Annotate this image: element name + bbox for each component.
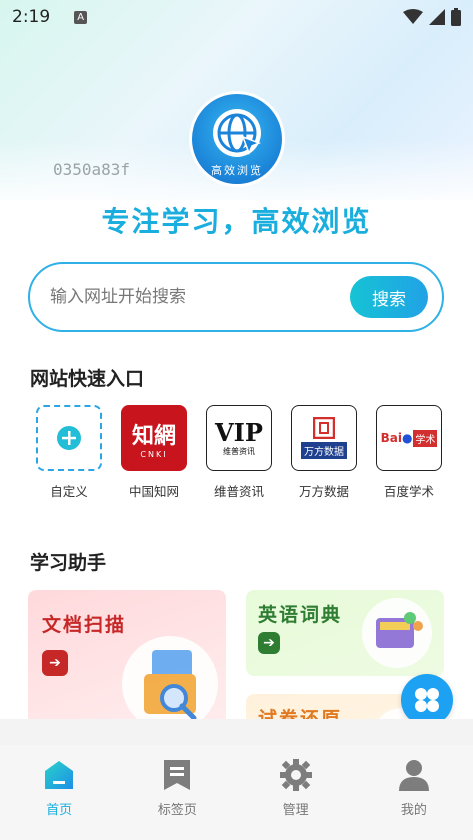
tab-label: 我的 — [400, 803, 427, 818]
status-icons — [403, 8, 461, 26]
battery-icon — [451, 8, 461, 26]
quick-entry-wanfang[interactable]: 万方数据 万方数据 — [289, 405, 359, 500]
card-title: 试卷还原 — [258, 708, 343, 720]
wanfang-logo-text: 万方数据 — [301, 442, 347, 459]
content-bottom-strip — [0, 719, 473, 745]
quick-entry-label: 自定义 — [50, 484, 88, 499]
arrow-right-icon: ➔ — [258, 632, 280, 654]
quick-entry-custom[interactable]: 自定义 — [34, 405, 104, 500]
quick-entries-title: 网站快速入口 — [30, 368, 145, 390]
bottom-tab-bar: 首页 标签页 管理 我的 — [0, 745, 473, 840]
cnki-logo-text: 知網 — [131, 422, 176, 449]
vip-logo: VIP 维普资讯 — [206, 405, 272, 471]
quick-entry-custom-icon — [36, 405, 102, 471]
quick-entry-baidu-xueshu[interactable]: Bai ● 学术 百度学术 — [374, 405, 444, 500]
gear-icon — [279, 759, 312, 791]
signal-icon — [429, 9, 445, 25]
baidu-logo-subtext: 学术 — [413, 429, 438, 447]
quick-entry-label: 维普资讯 — [213, 484, 264, 499]
slogan: 专注学习，高效浏览 — [101, 205, 372, 238]
quick-entry-label: 中国知网 — [128, 484, 179, 499]
app-logo: 高效浏览 — [189, 91, 285, 187]
vip-logo-subtext: 维普资讯 — [223, 446, 255, 456]
arrow-right-icon: ➔ — [42, 650, 68, 676]
vip-logo-text: VIP — [215, 417, 263, 447]
quick-entry-label: 百度学术 — [383, 484, 434, 499]
baidu-logo-text: Bai — [380, 431, 402, 445]
search-button[interactable]: 搜索 — [350, 276, 428, 318]
notification-badge: A — [74, 10, 88, 24]
status-bar: 2:19 A — [0, 0, 473, 34]
quick-entry-vip[interactable]: VIP 维普资讯 维普资讯 — [204, 405, 274, 500]
card-english-dict[interactable]: 英语词典 ➔ — [246, 590, 444, 676]
status-time: 2:19 — [12, 7, 51, 27]
card-title: 文档扫描 — [42, 614, 127, 636]
tab-profile[interactable]: 我的 — [355, 745, 473, 840]
quick-entries-grid: 自定义 知網 CNKI 中国知网 VIP 维普资讯 维普资讯 万方数据 万方数据… — [34, 405, 444, 500]
search-input[interactable] — [50, 287, 350, 307]
logo-text: 高效浏览 — [211, 164, 263, 177]
device-id: 0350a83f — [53, 160, 131, 179]
card-title: 英语词典 — [258, 604, 343, 626]
folder-search-icon — [122, 636, 218, 720]
card-doc-scan[interactable]: 文档扫描 ➔ — [28, 590, 226, 720]
wifi-icon — [403, 9, 423, 24]
tab-label: 管理 — [282, 803, 309, 818]
quick-entry-label: 万方数据 — [298, 484, 349, 499]
wanfang-mark-icon — [313, 417, 335, 439]
search-bar: 搜索 — [28, 262, 444, 332]
quick-entry-cnki[interactable]: 知網 CNKI 中国知网 — [119, 405, 189, 500]
wanfang-logo: 万方数据 — [291, 405, 357, 471]
home-icon — [45, 761, 74, 789]
paw-icon: ● — [401, 431, 413, 445]
cnki-logo-subtext: CNKI — [140, 449, 168, 459]
tab-label: 首页 — [46, 803, 73, 818]
tab-manage[interactable]: 管理 — [237, 745, 355, 840]
bookmark-icon — [164, 760, 191, 790]
tab-label: 标签页 — [157, 803, 197, 818]
assistant-title: 学习助手 — [30, 552, 107, 574]
tab-home[interactable]: 首页 — [0, 745, 118, 840]
user-icon — [398, 760, 429, 791]
cnki-logo: 知網 CNKI — [121, 405, 187, 471]
dictionary-icon — [362, 598, 432, 668]
plus-icon — [57, 426, 81, 450]
assistant-cards: 文档扫描 ➔ 英语词典 ➔ 试卷还原 — [28, 590, 444, 720]
tab-bookmarks[interactable]: 标签页 — [118, 745, 236, 840]
globe-cursor-icon — [213, 109, 262, 157]
clover-grid-icon — [415, 688, 439, 712]
baidu-xueshu-logo: Bai ● 学术 — [376, 405, 442, 471]
